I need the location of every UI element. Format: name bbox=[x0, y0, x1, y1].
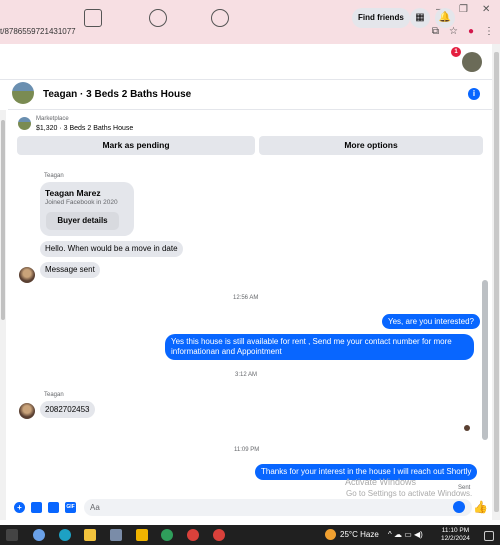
app-icon[interactable] bbox=[33, 529, 45, 541]
marketplace-label: Marketplace bbox=[36, 116, 69, 122]
buyer-details-button[interactable]: Buyer details bbox=[46, 212, 119, 230]
incoming-message[interactable]: Hello. When would be a move in date bbox=[40, 241, 183, 257]
task-view-icon[interactable] bbox=[6, 529, 18, 541]
message-timestamp: 3:12 AM bbox=[235, 372, 258, 378]
notifications-bell-icon[interactable]: 🔔 bbox=[435, 8, 455, 28]
more-options-button[interactable]: More options bbox=[259, 136, 483, 155]
close-window-button[interactable]: ✕ bbox=[482, 4, 490, 15]
activate-windows-title: Activate Windows bbox=[345, 477, 417, 487]
sender-name: Teagan bbox=[44, 173, 64, 179]
menu-kebab-icon[interactable]: ⋮ bbox=[484, 26, 494, 37]
gif-icon[interactable]: GIF bbox=[65, 502, 76, 513]
listing-price[interactable]: $1,320 · 3 Beds 2 Baths House bbox=[36, 125, 133, 132]
clock-time: 11:10 PM bbox=[441, 527, 470, 534]
chrome-icon[interactable] bbox=[187, 529, 199, 541]
sender-avatar[interactable] bbox=[19, 267, 35, 283]
find-friends-button[interactable]: Find friends bbox=[352, 8, 410, 28]
incoming-message[interactable]: Message sent bbox=[40, 262, 100, 278]
edge-icon[interactable] bbox=[59, 529, 71, 541]
maximize-button[interactable]: ❐ bbox=[459, 4, 468, 15]
notification-badge: 1 bbox=[451, 47, 461, 57]
groups-icon[interactable] bbox=[211, 9, 229, 27]
message-timestamp: 12:56 AM bbox=[233, 295, 259, 301]
sticker-icon[interactable] bbox=[48, 502, 59, 513]
weather-text[interactable]: 25°C Haze bbox=[340, 530, 379, 539]
photo-icon[interactable] bbox=[31, 502, 42, 513]
buyer-joined: Joined Facebook in 2020 bbox=[45, 199, 118, 206]
system-tray-icons[interactable]: ^ ☁ ▭ ◀) bbox=[388, 530, 423, 539]
left-scrollbar-thumb[interactable] bbox=[1, 120, 5, 320]
listing-avatar[interactable] bbox=[12, 82, 34, 104]
file-explorer-icon[interactable] bbox=[84, 529, 96, 541]
taskbar-clock[interactable]: 11:10 PM 12/2/2024 bbox=[441, 527, 470, 543]
notification-center-icon[interactable] bbox=[484, 531, 494, 541]
facebook-topnav bbox=[0, 44, 500, 80]
activate-windows-subtitle: Go to Settings to activate Windows. bbox=[346, 489, 473, 498]
chrome-icon[interactable] bbox=[213, 529, 225, 541]
message-input[interactable]: Aa bbox=[84, 499, 472, 516]
home-icon[interactable] bbox=[84, 9, 102, 27]
app-icon[interactable] bbox=[136, 529, 148, 541]
friends-icon[interactable] bbox=[149, 9, 167, 27]
sender-avatar[interactable] bbox=[19, 403, 35, 419]
more-actions-icon[interactable]: + bbox=[14, 502, 25, 513]
emoji-icon[interactable] bbox=[453, 501, 465, 513]
install-app-icon[interactable]: ⧉ bbox=[432, 26, 439, 37]
outgoing-message[interactable]: Yes this house is still available for re… bbox=[165, 334, 474, 360]
mark-as-pending-button[interactable]: Mark as pending bbox=[17, 136, 255, 155]
page-scrollbar-thumb[interactable] bbox=[494, 52, 499, 512]
chrome-icon[interactable] bbox=[161, 529, 173, 541]
buyer-name[interactable]: Teagan Marez bbox=[45, 188, 101, 198]
incoming-message[interactable]: 2082702453 bbox=[40, 401, 95, 418]
menu-grid-icon[interactable]: ▦ bbox=[410, 8, 430, 28]
profile-icon[interactable]: ● bbox=[468, 26, 474, 37]
chat-scrollbar-thumb[interactable] bbox=[482, 280, 488, 440]
bookmark-star-icon[interactable]: ☆ bbox=[449, 26, 458, 37]
clock-date: 12/2/2024 bbox=[441, 535, 470, 542]
windows-taskbar bbox=[0, 525, 500, 545]
outgoing-message[interactable]: Yes, are you interested? bbox=[382, 314, 480, 329]
weather-icon[interactable] bbox=[325, 529, 336, 540]
url-text[interactable]: t/8786559721431077 bbox=[0, 27, 76, 36]
sender-name: Teagan bbox=[44, 392, 64, 398]
info-icon[interactable]: i bbox=[468, 88, 480, 100]
listing-thumbnail[interactable] bbox=[18, 117, 31, 130]
account-avatar[interactable] bbox=[462, 52, 482, 72]
thumbs-up-icon[interactable]: 👍 bbox=[473, 500, 488, 514]
seen-indicator-avatar bbox=[464, 425, 470, 431]
chat-title[interactable]: Teagan · 3 Beds 2 Baths House bbox=[43, 89, 191, 100]
message-timestamp: 11:09 PM bbox=[234, 447, 260, 453]
app-icon[interactable] bbox=[110, 529, 122, 541]
